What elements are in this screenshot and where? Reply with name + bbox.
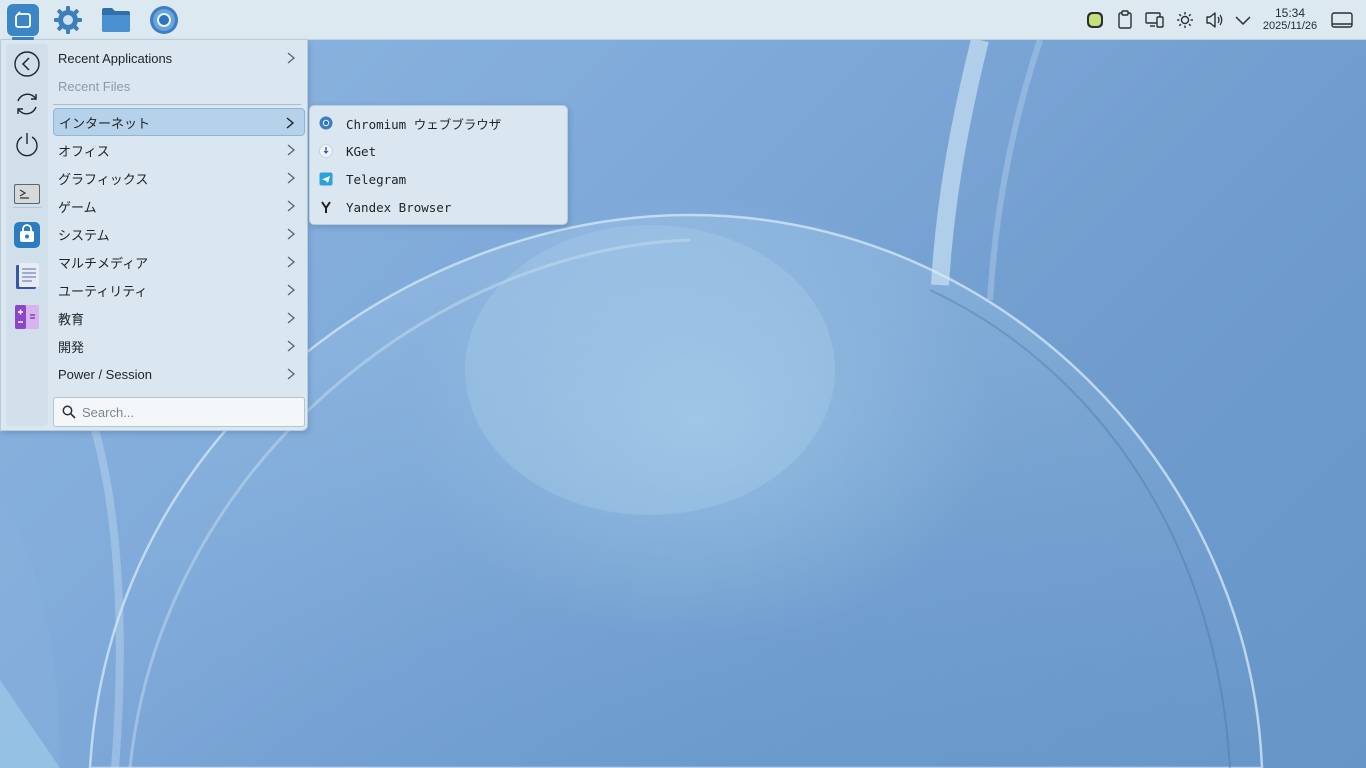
menu-item-graphics[interactable]: グラフィックス (53, 164, 305, 192)
menu-item-recent-applications[interactable]: Recent Applications (53, 44, 305, 72)
menu-item-games[interactable]: ゲーム (53, 192, 305, 220)
clock-time: 15:34 (1274, 6, 1306, 20)
chevron-right-icon (287, 312, 296, 324)
menu-item-label: ゲーム (58, 199, 97, 215)
power-icon (16, 133, 38, 157)
chevron-right-icon (287, 228, 296, 240)
submenu-item-chromium[interactable]: Chromium ウェブブラウザ (314, 110, 564, 136)
show-desktop-icon (1331, 12, 1353, 28)
menu-item-label: システム (58, 227, 110, 243)
top-panel: 15:34 2025/11/26 (0, 0, 1366, 40)
chevron-right-icon (287, 368, 296, 380)
back-arrow-icon (14, 51, 40, 77)
chevron-right-icon (287, 172, 296, 184)
brightness-button[interactable] (1173, 8, 1197, 32)
chevron-right-icon (286, 117, 295, 129)
clock-date: 2025/11/26 (1262, 20, 1318, 32)
system-settings-button[interactable] (51, 3, 85, 37)
chromium-icon (150, 6, 178, 34)
clock[interactable]: 15:34 2025/11/26 (1256, 6, 1324, 33)
chevron-right-icon (287, 52, 296, 64)
show-desktop-button[interactable] (1330, 8, 1354, 32)
submenu-item-label: Telegram (346, 171, 407, 187)
application-launcher-button[interactable] (6, 3, 40, 37)
menu-item-label: オフィス (58, 143, 110, 159)
back-button[interactable] (11, 48, 43, 80)
document-icon (16, 263, 39, 289)
power-button[interactable] (11, 128, 43, 160)
menu-item-power-session[interactable]: Power / Session (53, 360, 305, 388)
file-manager-button[interactable] (99, 3, 133, 37)
submenu-item-telegram[interactable]: Telegram (314, 166, 564, 192)
chevron-right-icon (287, 200, 296, 212)
store-bag-icon (14, 222, 40, 248)
menu-item-office[interactable]: オフィス (53, 136, 305, 164)
clipboard-button[interactable] (1113, 8, 1137, 32)
chevron-right-icon (287, 256, 296, 268)
menu-item-label: マルチメディア (58, 255, 149, 271)
submenu-item-label: KGet (346, 143, 377, 159)
menu-item-development[interactable]: 開発 (53, 332, 305, 360)
display-icon (1145, 12, 1164, 28)
search-input[interactable] (82, 404, 292, 420)
search-icon (62, 405, 76, 419)
menu-item-label: 開発 (58, 339, 85, 355)
chromium-icon (318, 115, 334, 131)
menu-item-recent-files[interactable]: Recent Files (53, 72, 305, 100)
speaker-icon (1206, 12, 1223, 28)
search-field[interactable] (53, 397, 305, 427)
calculator-icon (15, 305, 39, 329)
terminal-icon (14, 184, 40, 204)
chevron-right-icon (287, 144, 296, 156)
tray-expander-button[interactable] (1231, 8, 1255, 32)
telegram-icon (318, 171, 334, 187)
kget-icon (318, 143, 334, 159)
menu-item-system[interactable]: システム (53, 220, 305, 248)
menu-item-internet[interactable]: インターネット (53, 108, 305, 136)
folder-icon (102, 8, 130, 32)
chevron-right-icon (287, 284, 296, 296)
calculator-button[interactable] (11, 301, 43, 333)
menu-item-label: インターネット (59, 115, 151, 131)
refresh-button[interactable] (11, 88, 43, 120)
volume-button[interactable] (1203, 8, 1227, 32)
yandex-icon (318, 199, 334, 215)
sun-icon (1177, 12, 1193, 28)
menu-item-label: グラフィックス (58, 171, 149, 187)
gear-icon (54, 6, 82, 34)
menu-separator (53, 104, 301, 105)
submenu-item-label: Chromium ウェブブラウザ (346, 116, 502, 132)
battery-indicator[interactable] (1083, 8, 1107, 32)
clipboard-icon (1118, 10, 1132, 29)
internet-submenu: Chromium ウェブブラウザ KGet Telegram Yandex Br… (309, 105, 568, 225)
menu-item-label: Recent Files (58, 78, 131, 94)
refresh-icon (17, 93, 37, 115)
terminal-button[interactable] (11, 178, 43, 210)
submenu-item-yandex-browser[interactable]: Yandex Browser (314, 194, 564, 220)
submenu-item-kget[interactable]: KGet (314, 138, 564, 164)
menu-item-multimedia[interactable]: マルチメディア (53, 248, 305, 276)
menu-item-label: Power / Session (58, 366, 152, 382)
menu-item-label: 教育 (58, 311, 85, 327)
submenu-item-label: Yandex Browser (346, 199, 452, 215)
menu-item-education[interactable]: 教育 (53, 304, 305, 332)
application-menu: Recent Applications Recent Files インターネット… (0, 40, 308, 431)
software-store-button[interactable] (11, 219, 43, 251)
chromium-launcher-button[interactable] (147, 3, 181, 37)
menu-item-utilities[interactable]: ユーティリティ (53, 276, 305, 304)
display-settings-button[interactable] (1143, 8, 1167, 32)
chevron-right-icon (287, 340, 296, 352)
text-editor-button[interactable] (11, 260, 43, 292)
launcher-icon (7, 4, 39, 36)
menu-sidebar (6, 44, 48, 426)
battery-icon (1087, 12, 1103, 28)
menu-item-label: Recent Applications (58, 50, 173, 66)
chevron-down-icon (1235, 16, 1251, 26)
menu-item-label: ユーティリティ (58, 283, 148, 299)
